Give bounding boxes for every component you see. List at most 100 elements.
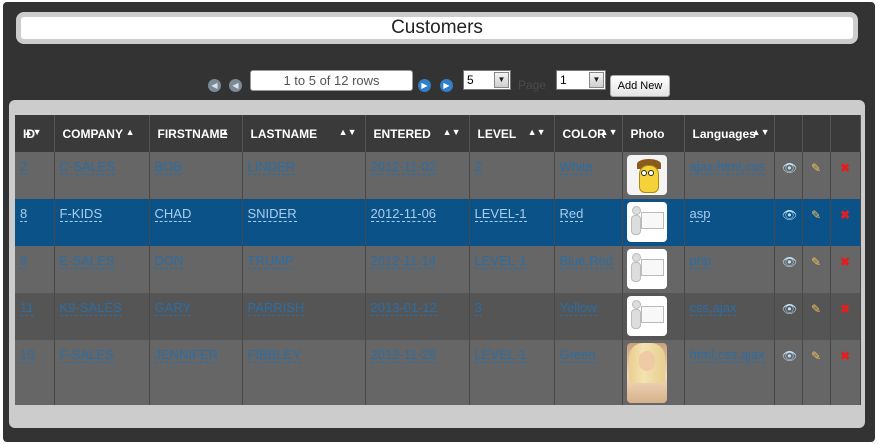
sort-icon: ▲▼: [599, 127, 618, 137]
column-header-color[interactable]: COLOR ▲▼: [554, 115, 623, 152]
cell-edit[interactable]: ✎: [802, 199, 831, 246]
cell-id[interactable]: 8: [15, 199, 55, 246]
column-header-entered[interactable]: ENTERED ▲▼: [365, 115, 470, 152]
sort-ascending-icon: ▲: [125, 127, 135, 137]
delete-icon[interactable]: ✖: [839, 350, 851, 362]
avatar-placeholder: [626, 296, 667, 336]
cell-view[interactable]: 👁: [774, 340, 803, 405]
cell-photo: [622, 340, 685, 405]
table-row[interactable]: 8 F-KIDS CHAD SNIDER 2012-11-06 LEVEL-1 …: [15, 199, 861, 246]
column-header-id[interactable]: ID ▲▼: [15, 115, 55, 152]
cell-view[interactable]: 👁: [774, 246, 803, 293]
cell-delete[interactable]: ✖: [830, 293, 861, 340]
edit-icon[interactable]: ✎: [810, 209, 822, 221]
cell-company[interactable]: F-KIDS: [54, 199, 150, 246]
delete-icon[interactable]: ✖: [839, 256, 851, 268]
view-icon[interactable]: 👁: [782, 209, 797, 221]
cell-entered[interactable]: 2012-11-02: [365, 152, 470, 199]
cell-view[interactable]: 👁: [774, 152, 803, 199]
first-page-icon[interactable]: ◀: [208, 79, 221, 92]
add-new-button[interactable]: Add New: [610, 75, 670, 97]
column-header-level[interactable]: LEVEL ▲▼: [469, 115, 555, 152]
cell-edit[interactable]: ✎: [802, 293, 831, 340]
view-icon[interactable]: 👁: [782, 350, 797, 362]
chevron-down-icon: ▼: [494, 72, 509, 88]
cell-color[interactable]: Green: [554, 340, 623, 405]
cell-id[interactable]: 11: [15, 293, 55, 340]
cell-languages[interactable]: css,ajax: [684, 293, 775, 340]
cell-entered[interactable]: 2012-11-06: [365, 199, 470, 246]
cell-color[interactable]: Yellow: [554, 293, 623, 340]
cell-edit[interactable]: ✎: [802, 152, 831, 199]
delete-icon[interactable]: ✖: [839, 162, 851, 174]
page-size-select[interactable]: 5 ▼: [463, 70, 511, 90]
cell-level[interactable]: 3: [469, 293, 555, 340]
column-header-company[interactable]: COMPANY ▲: [54, 115, 150, 152]
delete-icon[interactable]: ✖: [839, 303, 851, 315]
cell-company[interactable]: K9-SALES: [54, 293, 150, 340]
table-row[interactable]: 11 K9-SALES GARY PARRISH 2013-01-12 3 Ye…: [15, 293, 861, 340]
view-icon[interactable]: 👁: [782, 256, 797, 268]
next-page-icon[interactable]: ▶: [418, 79, 431, 92]
cell-firstname[interactable]: JENNIFER: [149, 340, 243, 405]
cell-company[interactable]: F-SALES: [54, 340, 150, 405]
cell-languages[interactable]: html,css,ajax: [684, 340, 775, 405]
cell-id[interactable]: 6: [15, 246, 55, 293]
cell-delete[interactable]: ✖: [830, 246, 861, 293]
cell-lastname[interactable]: PARRISH: [242, 293, 366, 340]
cell-languages[interactable]: asp: [684, 199, 775, 246]
page-title: Customers: [21, 17, 853, 39]
cell-delete[interactable]: ✖: [830, 152, 861, 199]
cell-lastname[interactable]: TRUMP: [242, 246, 366, 293]
column-header-lastname[interactable]: LASTNAME ▲▼: [242, 115, 366, 152]
edit-icon[interactable]: ✎: [810, 256, 822, 268]
cell-level[interactable]: 2: [469, 152, 555, 199]
page-number-select[interactable]: 1 ▼: [556, 70, 606, 90]
cell-level[interactable]: LEVEL-1: [469, 246, 555, 293]
cell-entered[interactable]: 2013-01-12: [365, 293, 470, 340]
cell-id[interactable]: 2: [15, 152, 55, 199]
cell-level[interactable]: LEVEL-1: [469, 340, 555, 405]
prev-page-icon[interactable]: ◀: [229, 79, 242, 92]
cell-languages[interactable]: php: [684, 246, 775, 293]
view-icon[interactable]: 👁: [782, 162, 797, 174]
column-header-firstname[interactable]: FIRSTNAME ▲: [149, 115, 243, 152]
cell-color[interactable]: White: [554, 152, 623, 199]
edit-icon[interactable]: ✎: [810, 162, 822, 174]
table-row[interactable]: 10 F-SALES JENNIFER FIBBLEY 2012-11-28 L…: [15, 340, 861, 405]
cell-entered[interactable]: 2012-11-28: [365, 340, 470, 405]
cell-id[interactable]: 10: [15, 340, 55, 405]
column-header-photo: Photo: [622, 115, 685, 152]
cell-photo: [622, 199, 685, 246]
table-row[interactable]: 6 E-SALES DON TRUMP 2012-11-14 LEVEL-1 B…: [15, 246, 861, 293]
edit-icon[interactable]: ✎: [810, 350, 822, 362]
rows-info-field: 1 to 5 of 12 rows: [250, 70, 413, 91]
table-header-row: ID ▲▼ COMPANY ▲ FIRSTNAME ▲ LASTNAME ▲▼ ENTE…: [15, 115, 861, 152]
cell-lastname[interactable]: LINDER: [242, 152, 366, 199]
cell-delete[interactable]: ✖: [830, 340, 861, 405]
cell-firstname[interactable]: DON: [149, 246, 243, 293]
edit-icon[interactable]: ✎: [810, 303, 822, 315]
cell-delete[interactable]: ✖: [830, 199, 861, 246]
cell-firstname[interactable]: GARY: [149, 293, 243, 340]
cell-firstname[interactable]: CHAD: [149, 199, 243, 246]
cell-languages[interactable]: ajax,html,css: [684, 152, 775, 199]
cell-color[interactable]: Blue,Red: [554, 246, 623, 293]
cell-entered[interactable]: 2012-11-14: [365, 246, 470, 293]
cell-view[interactable]: 👁: [774, 199, 803, 246]
cell-company[interactable]: E-SALES: [54, 246, 150, 293]
cell-lastname[interactable]: SNIDER: [242, 199, 366, 246]
cell-company[interactable]: C-SALES: [54, 152, 150, 199]
table-row[interactable]: 2 C-SALES BOB LINDER 2012-11-02 2 White …: [15, 152, 861, 199]
view-icon[interactable]: 👁: [782, 303, 797, 315]
cell-view[interactable]: 👁: [774, 293, 803, 340]
column-header-languages[interactable]: Languages ▲▼: [684, 115, 775, 152]
last-page-icon[interactable]: ▶: [440, 79, 453, 92]
cell-edit[interactable]: ✎: [802, 340, 831, 405]
delete-icon[interactable]: ✖: [839, 209, 851, 221]
cell-edit[interactable]: ✎: [802, 246, 831, 293]
cell-level[interactable]: LEVEL-1: [469, 199, 555, 246]
cell-lastname[interactable]: FIBBLEY: [242, 340, 366, 405]
cell-firstname[interactable]: BOB: [149, 152, 243, 199]
cell-color[interactable]: Red: [554, 199, 623, 246]
